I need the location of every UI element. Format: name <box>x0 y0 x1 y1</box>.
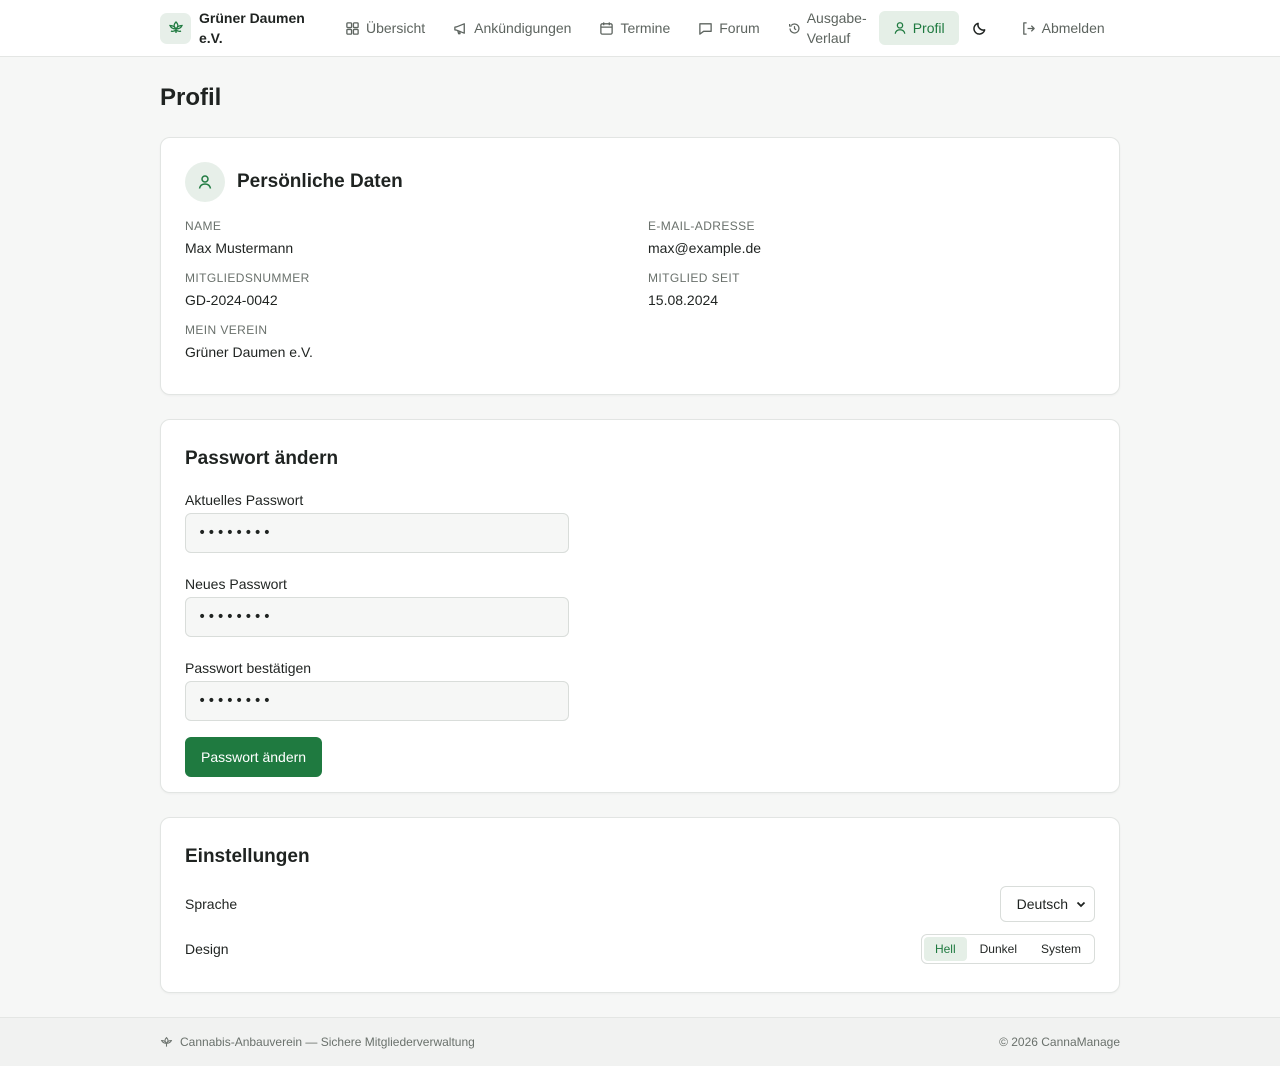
info-value: max@example.de <box>648 240 762 256</box>
confirm-password-field[interactable] <box>185 681 569 721</box>
info-value: Grüner Daumen e.V. <box>185 344 313 360</box>
footer-tagline: Cannabis-Anbauverein — Sichere Mitgliede… <box>180 1035 475 1049</box>
personal-data-card: Persönliche Daten Name Max Mustermann E-… <box>160 137 1120 395</box>
info-value: Max Mustermann <box>185 240 294 256</box>
chat-bubble-icon <box>699 22 713 35</box>
nav-item-ausgabe-verlauf[interactable]: Ausgabe-Verlauf <box>774 10 879 46</box>
new-password-field[interactable] <box>185 597 569 637</box>
footer-copyright: © 2026 CannaManage <box>999 1035 1120 1049</box>
personal-data-title: Persönliche Daten <box>237 171 403 192</box>
theme-toggle-button[interactable] <box>963 11 997 45</box>
info-label: Mitgliedsnummer <box>185 271 310 285</box>
logout-icon <box>1022 21 1035 35</box>
language-row: Sprache Deutsch <box>185 886 1095 922</box>
design-option-dark[interactable]: Dunkel <box>969 937 1028 961</box>
moon-icon <box>973 22 986 35</box>
change-password-card: Passwort ändern Aktuelles Passwort Neues… <box>160 419 1120 793</box>
nav-item-forum[interactable]: Forum <box>684 11 773 45</box>
megaphone-icon <box>454 22 466 34</box>
footer-left: Cannabis-Anbauverein — Sichere Mitgliede… <box>160 1035 475 1049</box>
confirm-password-label: Passwort bestätigen <box>185 660 312 676</box>
cannabis-leaf-icon <box>160 12 191 44</box>
nav-item-label: Übersicht <box>366 20 426 36</box>
design-segmented-control: Hell Dunkel System <box>920 934 1095 964</box>
brand[interactable]: Grüner Daumen e.V. <box>160 8 305 48</box>
page-title: Profil <box>160 84 222 111</box>
info-member-since: Mitglied seit 15.08.2024 <box>648 271 1095 309</box>
info-club: Mein Verein Grüner Daumen e.V. <box>185 323 648 361</box>
chevron-down-icon <box>1076 901 1086 908</box>
settings-title: Einstellungen <box>185 846 310 867</box>
info-name: Name Max Mustermann <box>185 219 648 257</box>
footer: Cannabis-Anbauverein — Sichere Mitgliede… <box>0 1017 1280 1066</box>
info-label: Mein Verein <box>185 323 268 337</box>
nav-item-label: Ausgabe-Verlauf <box>806 10 867 46</box>
nav-item-uebersicht[interactable]: Übersicht <box>331 11 439 45</box>
info-email: E-Mail-Adresse max@example.de <box>648 219 1095 257</box>
nav-item-label: Ankündigungen <box>474 20 572 36</box>
info-label: Name <box>185 219 222 233</box>
main-content: Profil Persönliche Daten Name Max Muster… <box>160 84 1120 993</box>
history-icon <box>788 22 800 34</box>
logout-label: Abmelden <box>1041 20 1105 36</box>
language-selected-value: Deutsch <box>1016 896 1068 912</box>
language-select[interactable]: Deutsch <box>999 886 1095 922</box>
new-password-label: Neues Passwort <box>185 576 287 592</box>
main-nav: Übersicht Ankündigungen Termine Forum Au… <box>331 10 1120 46</box>
top-navigation-bar: Grüner Daumen e.V. Übersicht Ankündigung… <box>0 0 1280 57</box>
personal-data-grid: Name Max Mustermann E-Mail-Adresse max@e… <box>185 219 1095 361</box>
info-member-number: Mitgliedsnummer GD-2024-0042 <box>185 271 648 309</box>
design-label: Design <box>185 941 229 957</box>
calendar-icon <box>600 21 614 35</box>
nav-item-label: Profil <box>912 20 945 36</box>
change-password-button[interactable]: Passwort ändern <box>185 737 323 777</box>
design-option-system[interactable]: System <box>1030 937 1092 961</box>
logout-button[interactable]: Abmelden <box>1007 11 1119 45</box>
personal-data-header: Persönliche Daten <box>185 162 1095 202</box>
info-value: 15.08.2024 <box>648 292 719 308</box>
nav-item-profil[interactable]: Profil <box>878 11 959 45</box>
nav-item-ankuendigungen[interactable]: Ankündigungen <box>439 11 585 45</box>
current-password-field[interactable] <box>185 513 569 553</box>
info-value: GD-2024-0042 <box>185 292 278 308</box>
grid-icon <box>346 21 359 35</box>
brand-name: Grüner Daumen e.V. <box>199 10 305 46</box>
settings-card: Einstellungen Sprache Deutsch Design Hel… <box>160 817 1120 993</box>
nav-item-termine[interactable]: Termine <box>585 11 684 45</box>
info-label: Mitglied seit <box>648 271 740 285</box>
design-option-light[interactable]: Hell <box>923 937 967 961</box>
cannabis-leaf-icon <box>160 1036 173 1047</box>
user-icon <box>894 22 906 34</box>
info-label: E-Mail-Adresse <box>648 219 755 233</box>
current-password-label: Aktuelles Passwort <box>185 492 304 508</box>
design-row: Design Hell Dunkel System <box>185 934 1095 964</box>
user-icon <box>185 162 225 202</box>
nav-item-label: Termine <box>620 20 671 36</box>
nav-item-label: Forum <box>719 20 760 36</box>
language-label: Sprache <box>185 896 238 912</box>
change-password-title: Passwort ändern <box>185 448 339 469</box>
